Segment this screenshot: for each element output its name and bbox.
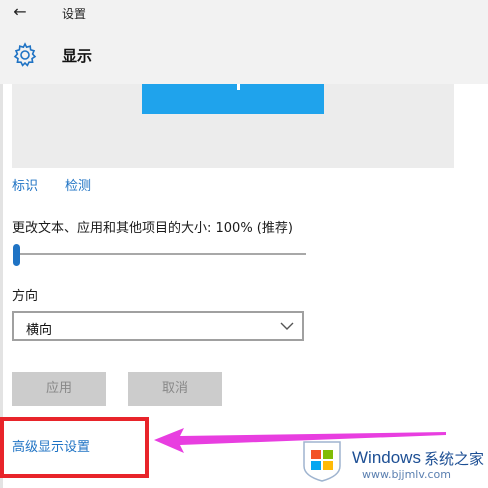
watermark-site-name: 系统之家 bbox=[424, 450, 485, 468]
scale-label: 更改文本、应用和其他项目的大小: 100% (推荐) bbox=[12, 221, 293, 236]
monitor-thumbnail[interactable] bbox=[142, 84, 324, 114]
highlight-annotation-box bbox=[0, 417, 149, 478]
window-title: 设置 bbox=[62, 7, 87, 21]
apply-button[interactable]: 应用 bbox=[12, 372, 106, 406]
scale-slider-thumb[interactable] bbox=[13, 244, 20, 266]
orientation-label: 方向 bbox=[12, 289, 39, 304]
identify-link[interactable]: 标识 bbox=[12, 175, 38, 194]
back-button[interactable]: ← bbox=[10, 3, 30, 21]
watermark-brand: Windows bbox=[352, 448, 421, 467]
arrow-left-icon: ← bbox=[13, 2, 27, 21]
title-bar: ← 设置 bbox=[0, 0, 488, 26]
windows-logo-watermark bbox=[303, 441, 341, 482]
display-preview bbox=[12, 84, 454, 168]
monitor-marker bbox=[237, 84, 240, 90]
detect-link[interactable]: 检测 bbox=[65, 175, 91, 194]
orientation-value: 横向 bbox=[26, 323, 53, 338]
page-title: 显示 bbox=[62, 47, 93, 65]
gear-icon bbox=[13, 42, 37, 67]
cancel-button[interactable]: 取消 bbox=[128, 372, 222, 406]
page-header: 显示 bbox=[0, 26, 488, 84]
watermark-url: www.bjjmlv.com bbox=[362, 468, 451, 481]
orientation-select[interactable]: 横向 bbox=[12, 311, 304, 341]
scale-slider-track[interactable] bbox=[16, 253, 306, 255]
chevron-down-icon bbox=[280, 322, 294, 330]
